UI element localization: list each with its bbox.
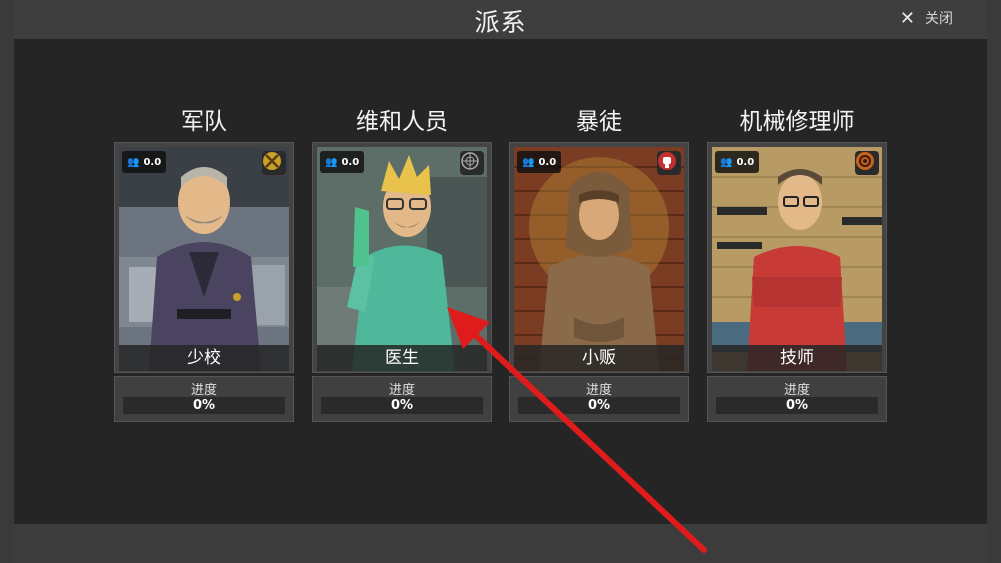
progress-bar: 0% [716, 397, 878, 414]
role-label: 少校 [119, 345, 289, 371]
factions-dialog: 派系 ✕ 关闭 军队 👥 0.0 少校 进度 0% 维和人员 👥 0.0 医生 … [14, 0, 987, 563]
progress-label: 进度 [388, 383, 415, 398]
portrait-frame: 👥 0.0 小贩 [509, 142, 689, 373]
close-button[interactable]: ✕ 关闭 [900, 7, 953, 29]
progress-label: 进度 [585, 383, 612, 398]
progress-value: 0% [587, 398, 611, 413]
crossed-swords-icon [262, 151, 286, 175]
role-label: 小贩 [514, 345, 684, 371]
progress-label: 进度 [783, 383, 810, 398]
progress-value: 0% [390, 398, 414, 413]
progress-bar: 0% [518, 397, 680, 414]
progress-value: 0% [192, 398, 216, 413]
role-label: 技师 [712, 345, 882, 371]
progress-bar: 0% [321, 397, 483, 414]
group-icon: 👥 [127, 156, 140, 168]
group-icon: 👥 [720, 156, 733, 168]
portrait-major: 👥 0.0 少校 [119, 147, 289, 371]
left-edge [0, 0, 14, 563]
group-icon: 👥 [522, 156, 535, 168]
group-icon: 👥 [325, 156, 338, 168]
title-bar: 派系 ✕ 关闭 [14, 0, 987, 39]
right-edge [987, 0, 1001, 563]
score-pill: 👥 0.0 [122, 151, 167, 173]
progress-panel: 进度 0% [114, 376, 294, 422]
progress-value: 0% [785, 398, 809, 413]
dialog-footer [14, 524, 987, 563]
progress-label: 进度 [190, 383, 217, 398]
faction-name: 机械修理师 [739, 109, 855, 135]
score-pill: 👥 0.0 [517, 151, 562, 173]
close-label: 关闭 [925, 11, 953, 27]
dialog-title: 派系 [474, 8, 527, 37]
score-value: 0.0 [143, 156, 162, 168]
score-value: 0.0 [538, 156, 557, 168]
portrait-doctor: 👥 0.0 医生 [317, 147, 487, 371]
raised-fist-icon [657, 151, 681, 175]
score-value: 0.0 [341, 156, 360, 168]
faction-name: 维和人员 [356, 109, 448, 135]
progress-bar: 0% [123, 397, 285, 414]
portrait-technician: 👥 0.0 技师 [712, 147, 882, 371]
progress-panel: 进度 0% [509, 376, 689, 422]
portrait-frame: 👥 0.0 少校 [114, 142, 294, 373]
score-value: 0.0 [736, 156, 755, 168]
faction-name: 军队 [181, 109, 227, 135]
portrait-vendor: 👥 0.0 小贩 [514, 147, 684, 371]
globe-emblem-icon [460, 151, 484, 175]
score-pill: 👥 0.0 [320, 151, 365, 173]
portrait-frame: 👥 0.0 医生 [312, 142, 492, 373]
close-icon: ✕ [899, 7, 915, 29]
faction-name: 暴徒 [576, 109, 622, 135]
portrait-frame: 👥 0.0 技师 [707, 142, 887, 373]
progress-panel: 进度 0% [312, 376, 492, 422]
role-label: 医生 [317, 345, 487, 371]
score-pill: 👥 0.0 [715, 151, 760, 173]
progress-panel: 进度 0% [707, 376, 887, 422]
gear-emblem-icon [855, 151, 879, 175]
